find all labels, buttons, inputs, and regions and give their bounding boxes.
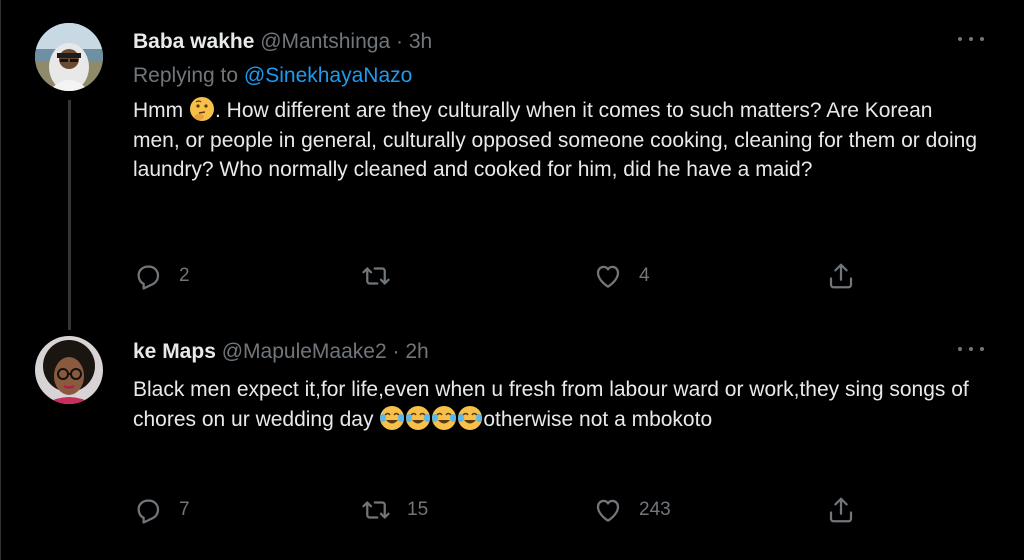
separator-dot: · [392, 340, 400, 363]
reply-count: 7 [179, 499, 190, 520]
tweet-text: Black men expect it,for life,even when u… [133, 375, 983, 434]
reply-button[interactable]: 7 [133, 490, 190, 530]
tweet-text: Hmm . How different are they culturally … [133, 96, 983, 185]
share-icon [829, 263, 853, 289]
replying-prefix: Replying to [133, 64, 239, 87]
like-button[interactable]: 4 [593, 256, 650, 296]
like-icon [596, 265, 620, 288]
tweet-header: Baba wakhe @Mantshinga · 3h [133, 28, 984, 56]
tweet-text-start: Hmm [133, 99, 189, 122]
user-handle[interactable]: @MapuleMaake2 [222, 340, 387, 363]
user-handle[interactable]: @Mantshinga [260, 30, 390, 53]
face-with-tears-of-joy-icon [432, 405, 457, 430]
share-icon [829, 497, 853, 523]
more-icon[interactable] [958, 340, 984, 358]
tweet-text-rest: otherwise not a mbokoto [483, 407, 713, 431]
avatar[interactable] [35, 336, 103, 404]
display-name[interactable]: ke Maps [133, 340, 216, 363]
retweet-button[interactable]: 15 [361, 490, 428, 530]
face-with-tears-of-joy-icon [458, 405, 483, 430]
more-icon[interactable] [958, 30, 984, 48]
display-name[interactable]: Baba wakhe [133, 30, 254, 53]
like-button[interactable]: 243 [593, 490, 671, 530]
tweet-actions: 7 15 243 [133, 490, 873, 530]
retweet-icon [362, 501, 390, 519]
retweet-count: 15 [407, 499, 429, 520]
tweet[interactable]: ke Maps @MapuleMaake2 · 2h Black men exp… [0, 318, 1024, 560]
share-button[interactable] [826, 256, 856, 296]
like-count: 243 [639, 499, 671, 520]
tweet[interactable]: Baba wakhe @Mantshinga · 3h Replying to … [0, 0, 1024, 330]
tweet-content: Baba wakhe @Mantshinga · 3h Replying to … [133, 28, 984, 185]
retweet-icon [362, 267, 390, 285]
replying-to: Replying to @SinekhayaNazo [133, 62, 984, 90]
face-with-tears-of-joy-icon [380, 405, 405, 430]
reply-icon [137, 265, 160, 290]
tweet-thread: Baba wakhe @Mantshinga · 3h Replying to … [0, 0, 1024, 560]
separator-dot: · [395, 30, 403, 53]
face-with-tears-of-joy-icon [406, 405, 431, 430]
tweet-actions: 2 4 [133, 256, 873, 296]
like-icon [596, 499, 620, 522]
timestamp[interactable]: 2h [405, 340, 428, 363]
reply-count: 2 [179, 265, 190, 286]
reply-button[interactable]: 2 [133, 256, 190, 296]
tweet-content: ke Maps @MapuleMaake2 · 2h Black men exp… [133, 338, 984, 434]
tweet-text-rest: . How different are they culturally when… [133, 99, 978, 181]
reply-icon [137, 499, 160, 524]
thread-connector [68, 100, 71, 330]
avatar[interactable] [35, 23, 103, 91]
replying-to-handle[interactable]: @SinekhayaNazo [244, 64, 412, 87]
share-button[interactable] [826, 490, 856, 530]
tweet-header: ke Maps @MapuleMaake2 · 2h [133, 338, 984, 366]
timestamp[interactable]: 3h [409, 30, 432, 53]
like-count: 4 [639, 265, 650, 286]
thinking-face-icon [190, 97, 214, 121]
retweet-button[interactable] [361, 256, 407, 296]
